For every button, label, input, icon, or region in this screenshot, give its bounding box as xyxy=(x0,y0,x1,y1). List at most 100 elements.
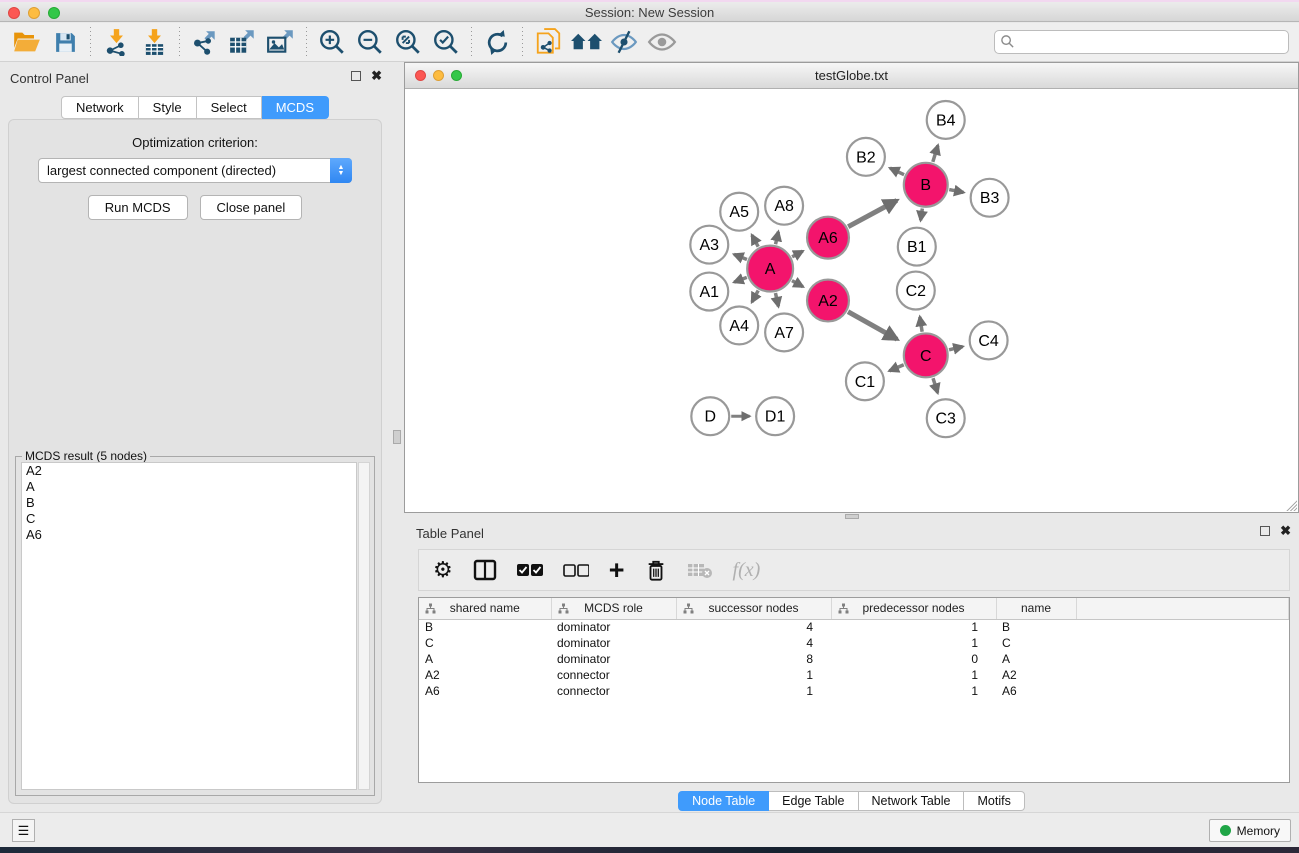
graph-node[interactable]: A1 xyxy=(690,273,728,311)
column-header[interactable]: name xyxy=(996,598,1076,619)
zoom-out-button[interactable] xyxy=(351,25,389,59)
mcds-result-item[interactable]: A xyxy=(22,479,356,495)
table-row[interactable]: A6connector11A6 xyxy=(419,683,1289,699)
tab-style[interactable]: Style xyxy=(139,96,197,119)
graph-edge[interactable] xyxy=(848,312,897,340)
graph-node[interactable]: B1 xyxy=(898,228,936,266)
mcds-result-item[interactable]: B xyxy=(22,495,356,511)
delete-column-button[interactable] xyxy=(645,555,667,585)
zoom-fit-button[interactable] xyxy=(389,25,427,59)
close-panel-icon[interactable]: ✖ xyxy=(371,71,382,81)
graph-node[interactable]: A5 xyxy=(720,193,758,231)
export-table-button[interactable] xyxy=(224,25,262,59)
search-input[interactable] xyxy=(994,30,1289,54)
show-columns-button[interactable] xyxy=(473,555,497,585)
graph-node[interactable]: D xyxy=(691,397,729,435)
task-history-button[interactable]: ☰ xyxy=(12,819,35,842)
deselect-all-rows-button[interactable] xyxy=(563,555,589,585)
new-network-from-selection-button[interactable] xyxy=(529,25,567,59)
graph-node[interactable]: C xyxy=(904,333,948,377)
mcds-result-item[interactable]: A6 xyxy=(22,527,356,543)
show-eye-button[interactable] xyxy=(643,25,681,59)
graph-edge[interactable] xyxy=(848,200,897,226)
graph-node[interactable]: B xyxy=(904,163,948,207)
tab-node-table[interactable]: Node Table xyxy=(678,791,769,811)
float-panel-icon[interactable] xyxy=(351,71,361,81)
splitter-handle[interactable] xyxy=(393,430,401,444)
graph-node[interactable]: A2 xyxy=(807,280,849,322)
table-row[interactable]: Adominator80A xyxy=(419,651,1289,667)
mcds-result-item[interactable]: C xyxy=(22,511,356,527)
close-panel-button[interactable]: Close panel xyxy=(200,195,303,220)
graph-node[interactable]: C3 xyxy=(927,399,965,437)
tab-mcds[interactable]: MCDS xyxy=(262,96,329,119)
zoom-in-button[interactable] xyxy=(313,25,351,59)
graph-node[interactable]: A3 xyxy=(690,226,728,264)
graph-edge[interactable] xyxy=(792,251,803,257)
list-scrollbar[interactable] xyxy=(358,462,370,790)
hide-glasses-button[interactable] xyxy=(605,25,643,59)
graph-edge[interactable] xyxy=(776,232,779,245)
export-network-button[interactable] xyxy=(186,25,224,59)
graph-edge[interactable] xyxy=(752,235,758,247)
tab-network-table[interactable]: Network Table xyxy=(859,791,965,811)
home-button[interactable] xyxy=(567,25,605,59)
table-row[interactable]: A2connector11A2 xyxy=(419,667,1289,683)
graph-edge[interactable] xyxy=(949,347,963,350)
graph-edge[interactable] xyxy=(949,190,963,193)
graph-edge[interactable] xyxy=(752,290,758,302)
table-row[interactable]: Cdominator41C xyxy=(419,635,1289,651)
graph-node[interactable]: A7 xyxy=(765,313,803,351)
import-table-button[interactable] xyxy=(135,25,173,59)
graph-edge[interactable] xyxy=(734,254,747,259)
tab-network[interactable]: Network xyxy=(61,96,139,119)
graph-node[interactable]: C1 xyxy=(846,362,884,400)
panel-splitter[interactable] xyxy=(390,62,404,812)
graph-edge[interactable] xyxy=(792,281,803,287)
graph-node[interactable]: B3 xyxy=(971,179,1009,217)
import-network-button[interactable] xyxy=(97,25,135,59)
export-image-button[interactable] xyxy=(262,25,300,59)
table-row[interactable]: Bdominator41B xyxy=(419,619,1289,635)
zoom-selected-button[interactable] xyxy=(427,25,465,59)
graph-node[interactable]: A4 xyxy=(720,306,758,344)
graph-edge[interactable] xyxy=(734,277,747,282)
select-all-rows-button[interactable] xyxy=(517,555,543,585)
graph-edge[interactable] xyxy=(775,293,778,306)
refresh-button[interactable] xyxy=(478,25,516,59)
graph-edge[interactable] xyxy=(890,168,904,175)
graph-node[interactable]: C4 xyxy=(970,321,1008,359)
mcds-result-item[interactable]: A2 xyxy=(22,463,356,479)
graph-node[interactable]: A xyxy=(747,246,793,292)
graph-node[interactable]: A6 xyxy=(807,217,849,259)
window-resize-grip[interactable] xyxy=(1284,498,1297,511)
column-header[interactable]: successor nodes xyxy=(676,598,831,619)
tab-motifs[interactable]: Motifs xyxy=(964,791,1024,811)
column-header[interactable]: MCDS role xyxy=(551,598,676,619)
float-table-panel-icon[interactable] xyxy=(1260,526,1270,536)
save-session-button[interactable] xyxy=(46,25,84,59)
graph-node[interactable]: B4 xyxy=(927,101,965,139)
column-header[interactable]: predecessor nodes xyxy=(831,598,996,619)
graph-node[interactable]: B2 xyxy=(847,138,885,176)
graph-edge[interactable] xyxy=(933,378,938,393)
memory-button[interactable]: Memory xyxy=(1209,819,1291,842)
graph-node[interactable]: D1 xyxy=(756,397,794,435)
graph-edge[interactable] xyxy=(921,208,923,220)
network-canvas[interactable]: A A6 A2 B C A5A8 A3 A1A4A7 B4 B2 B3 B1 C2 C4 C1 C3 D D1 xyxy=(405,89,1298,512)
table-settings-button[interactable]: ⚙ xyxy=(433,555,453,585)
graph-edge[interactable] xyxy=(920,317,922,332)
graph-node[interactable]: C2 xyxy=(897,272,935,310)
toolbar-separator xyxy=(179,27,180,57)
run-mcds-button[interactable]: Run MCDS xyxy=(88,195,188,220)
column-header[interactable]: shared name xyxy=(419,598,551,619)
close-table-panel-icon[interactable]: ✖ xyxy=(1280,526,1291,536)
graph-node[interactable]: A8 xyxy=(765,187,803,225)
open-file-button[interactable] xyxy=(8,25,46,59)
tab-edge-table[interactable]: Edge Table xyxy=(769,791,858,811)
tab-select[interactable]: Select xyxy=(197,96,262,119)
graph-edge[interactable] xyxy=(933,145,938,162)
graph-edge[interactable] xyxy=(889,365,903,371)
criterion-select[interactable]: largest connected component (directed) ▲… xyxy=(38,158,352,183)
add-column-button[interactable]: + xyxy=(609,555,625,585)
